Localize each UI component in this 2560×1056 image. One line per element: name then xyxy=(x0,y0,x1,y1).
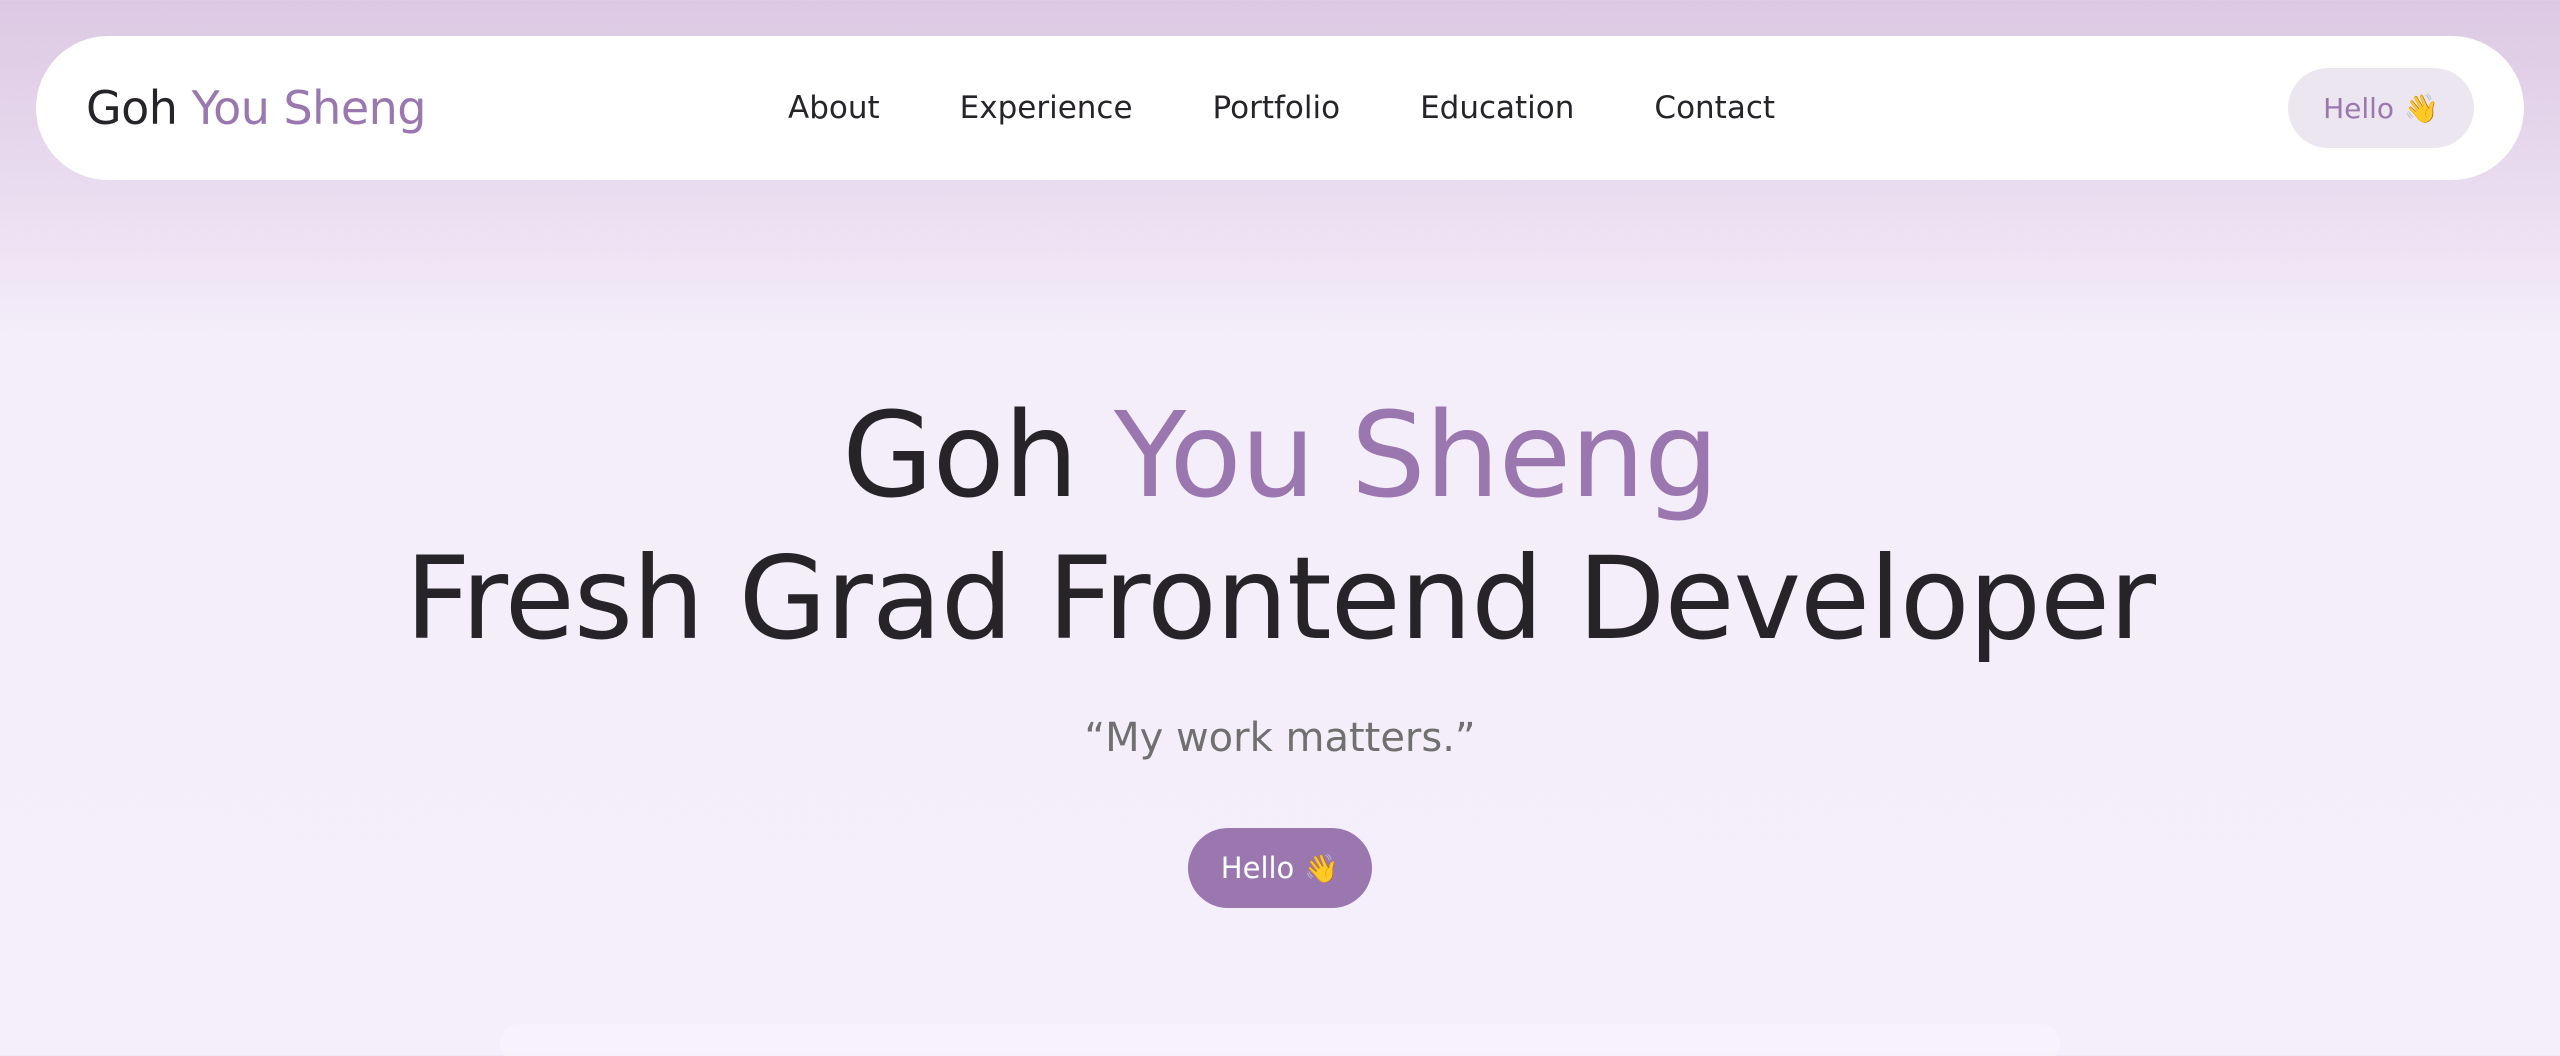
nav-link-about[interactable]: About xyxy=(788,90,880,126)
hero-accent-name: You Sheng xyxy=(1114,386,1719,524)
hero-tagline: “My work matters.” xyxy=(1084,715,1476,761)
waving-hand-icon: 👋 xyxy=(2404,91,2439,125)
nav-links: About Experience Portfolio Education Con… xyxy=(788,36,1775,180)
brand-logo[interactable]: Goh You Sheng xyxy=(86,36,427,180)
brand-accent-name: You Sheng xyxy=(191,81,427,135)
nav-link-portfolio[interactable]: Portfolio xyxy=(1213,90,1341,126)
hero-first-name: Goh xyxy=(842,386,1078,524)
top-navbar: Goh You Sheng About Experience Portfolio… xyxy=(36,36,2524,180)
hero-hello-label: Hello xyxy=(1220,851,1295,885)
nav-hello-label: Hello xyxy=(2323,91,2395,125)
nav-hello-button[interactable]: Hello 👋 xyxy=(2288,68,2474,148)
nav-link-education[interactable]: Education xyxy=(1420,90,1574,126)
next-section-edge xyxy=(500,1024,2060,1056)
brand-first-name: Goh xyxy=(86,81,178,135)
hero-hello-button[interactable]: Hello 👋 xyxy=(1188,828,1372,908)
nav-link-contact[interactable]: Contact xyxy=(1654,90,1775,126)
hero-name-heading: Goh You Sheng xyxy=(0,380,2560,530)
nav-link-experience[interactable]: Experience xyxy=(960,90,1133,126)
waving-hand-icon: 👋 xyxy=(1304,851,1340,885)
hero-role-heading: Fresh Grad Frontend Developer xyxy=(405,532,2156,665)
